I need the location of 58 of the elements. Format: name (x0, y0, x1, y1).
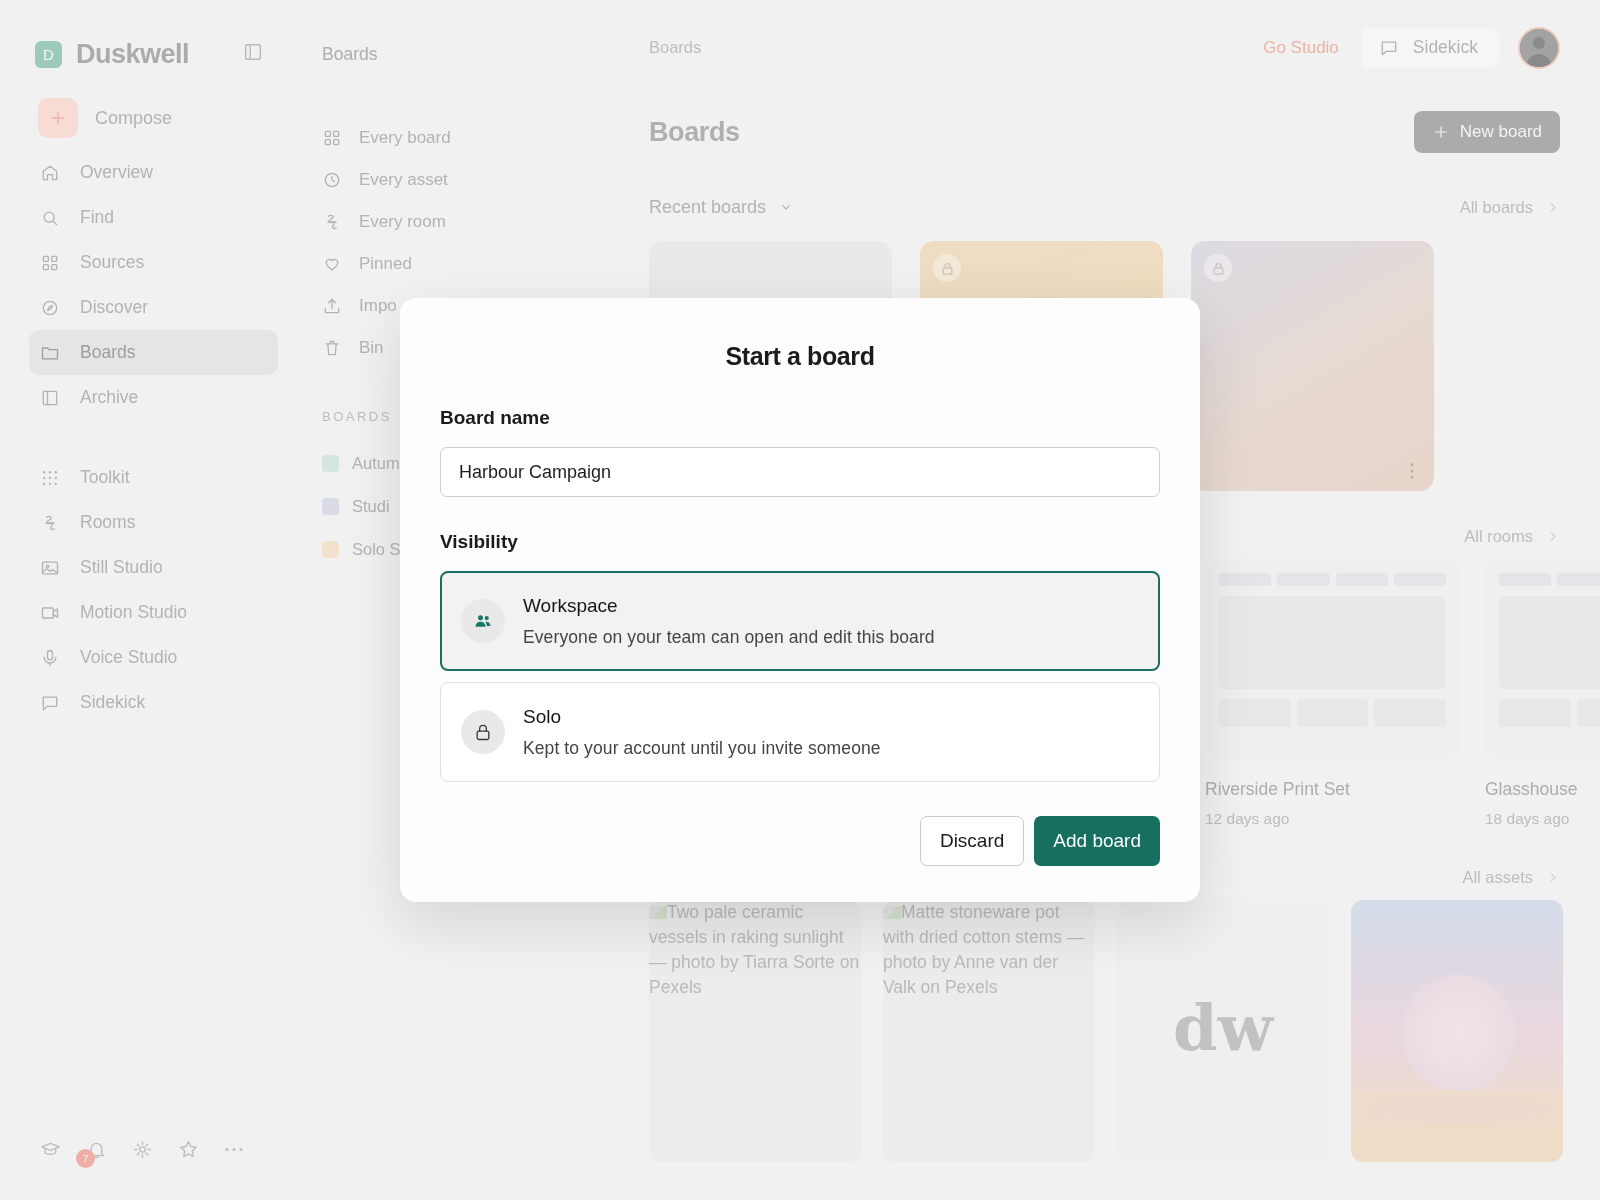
board-name-field[interactable]: Harbour Campaign (440, 447, 1160, 497)
add-board-button[interactable]: Add board (1034, 816, 1160, 866)
subnav-item[interactable]: Every board (322, 117, 451, 159)
panel-icon (242, 41, 264, 63)
nav-item[interactable]: Boards (29, 330, 278, 375)
board-link[interactable]: Studi (322, 485, 390, 528)
visibility-option[interactable]: Workspace Everyone on your team can open and edit this board (440, 571, 1160, 671)
notification-badge: 7 (76, 1149, 95, 1168)
nav-item[interactable]: Rooms (29, 500, 278, 545)
field-label: Board name (440, 407, 551, 429)
nav-item[interactable]: Find (29, 195, 278, 240)
room-title[interactable]: Glasshouse (1485, 779, 1600, 800)
option-title: Workspace (523, 594, 619, 617)
board-link[interactable]: Autum (322, 442, 400, 485)
subnav-item[interactable]: Impo (322, 285, 397, 327)
clock-icon (322, 170, 342, 190)
page-title: Boards (649, 116, 740, 148)
star-button[interactable] (178, 1139, 199, 1160)
nav-item[interactable]: Overview (29, 150, 278, 195)
subnav-item[interactable]: Bin (322, 327, 384, 369)
room-title[interactable]: Riverside Print Set (1205, 779, 1460, 800)
board-link[interactable]: Solo S (322, 528, 401, 571)
nav-item[interactable]: Toolkit (29, 455, 278, 500)
nav-item[interactable]: Sidekick (29, 680, 278, 725)
option-title: Solo (523, 705, 563, 728)
nav-item[interactable]: Voice Studio (29, 635, 278, 680)
visibility-option[interactable]: Solo Kept to your account until you invite someone (440, 682, 1160, 782)
avatar[interactable] (1518, 26, 1560, 69)
subnav-item[interactable]: Every room (322, 201, 446, 243)
broken-image-icon (649, 906, 667, 919)
more-button[interactable] (224, 1147, 244, 1152)
app-name: Duskwell (76, 38, 190, 70)
new-board-button[interactable]: New board (1413, 111, 1560, 153)
compose-button[interactable]: Compose (38, 98, 278, 138)
upload-icon (322, 296, 342, 316)
nav-item[interactable]: Archive (29, 375, 278, 420)
option-description: Kept to your account until you invite someone (523, 737, 881, 759)
star-icon (178, 1139, 199, 1160)
kebab-icon[interactable] (1410, 463, 1414, 479)
more-icon (224, 1147, 244, 1152)
field-label: Visibility (440, 531, 519, 553)
discard-button[interactable]: Discard (919, 816, 1025, 866)
section-heading[interactable]: Recent boards (649, 196, 795, 218)
subnav-item[interactable]: Pinned (322, 243, 412, 285)
dialog-title: Start a board (725, 342, 875, 371)
nav-item[interactable]: Still Studio (29, 545, 278, 590)
section-title: Boards (322, 44, 379, 66)
sidekick-button[interactable]: Sidekick (1360, 27, 1500, 68)
subnav-item[interactable]: Every asset (322, 159, 448, 201)
nav-item[interactable]: Discover (29, 285, 278, 330)
grid-icon (322, 128, 342, 148)
nav-item[interactable]: Motion Studio (29, 590, 278, 635)
nav-item[interactable]: Sources (29, 240, 278, 285)
go-studio-link[interactable]: Go Studio (1263, 37, 1339, 58)
broken-image-icon (883, 906, 901, 919)
app-logo: D (35, 40, 62, 68)
board-card[interactable] (1191, 241, 1434, 491)
option-description: Everyone on your team can open and edit this board (523, 626, 935, 648)
